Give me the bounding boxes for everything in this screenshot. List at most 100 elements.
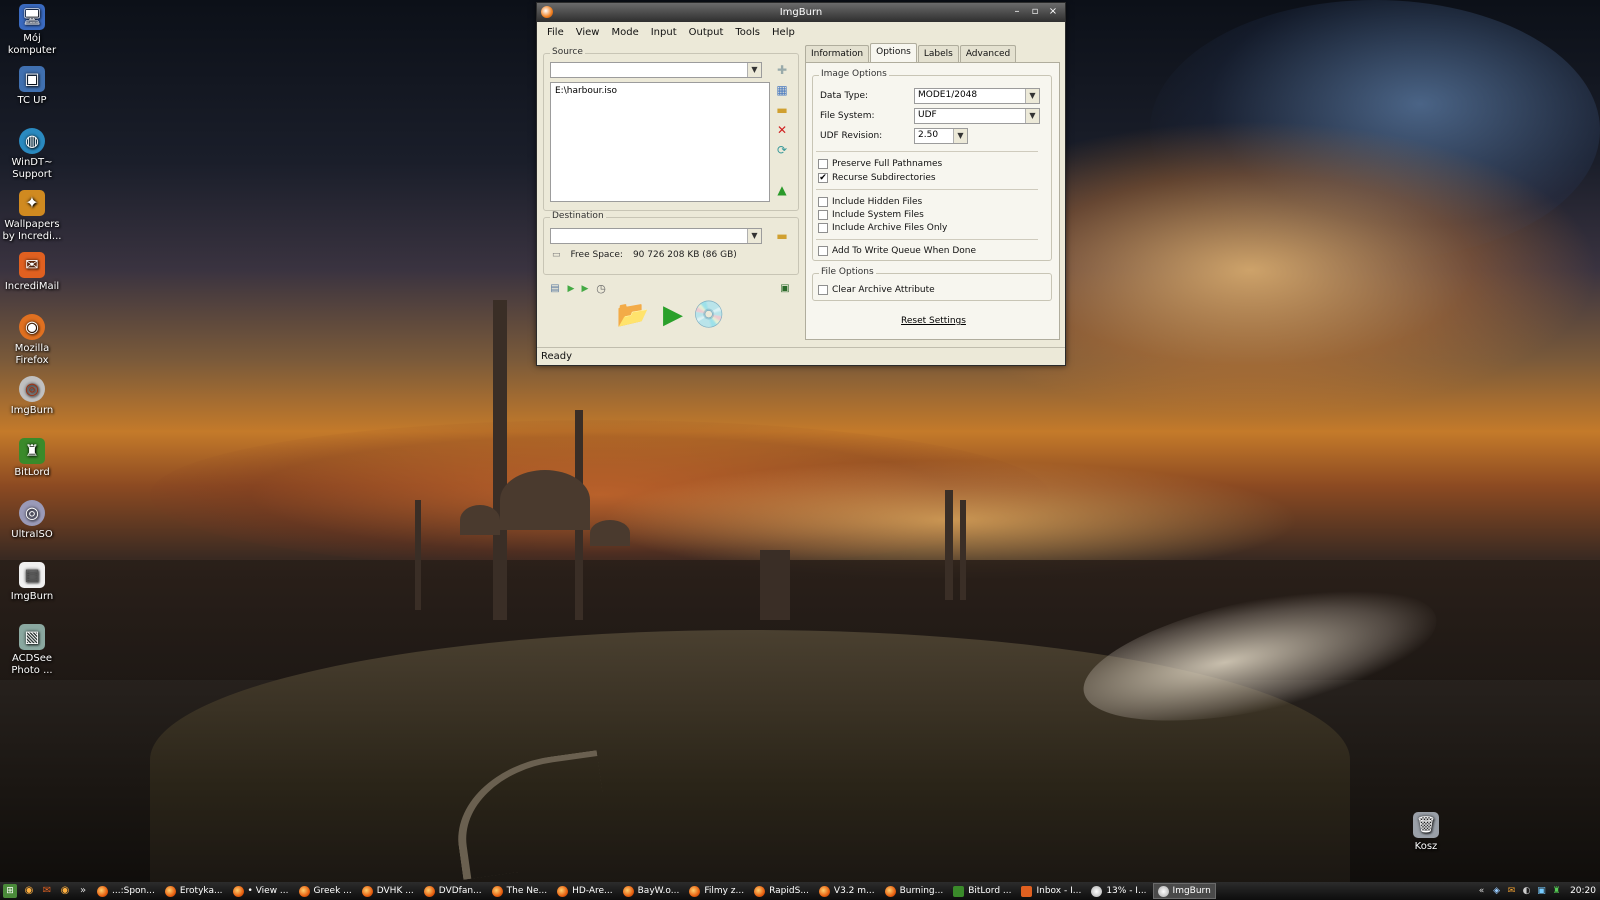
checkbox[interactable]: [818, 223, 828, 233]
firefox-icon[interactable]: ◉: [58, 884, 72, 898]
desktop-icon-recycle-bin[interactable]: 🗑 Kosz: [1394, 812, 1458, 853]
clock-icon[interactable]: ◷: [593, 281, 609, 297]
taskbar-button[interactable]: 13% - I...: [1087, 883, 1150, 899]
source-combo[interactable]: ▼: [550, 62, 762, 78]
separator: [816, 151, 1038, 152]
file-system-select[interactable]: UDF ▼: [914, 108, 1040, 124]
taskbar-button[interactable]: Inbox - I...: [1017, 883, 1085, 899]
taskbar-button[interactable]: DVHK ...: [358, 883, 418, 899]
taskbar-button[interactable]: ...:Spon...: [93, 883, 159, 899]
checkbox-clear-archive-attribute[interactable]: Clear Archive Attribute: [818, 285, 935, 295]
checkbox-preserve-full-pathnames[interactable]: Preserve Full Pathnames: [818, 159, 942, 169]
desktop-icon-wallpapers[interactable]: ✦ Wallpapers by Incredi...: [0, 190, 64, 243]
browse-folder-icon[interactable]: ▬: [774, 102, 790, 118]
checkbox-label: Include System Files: [832, 210, 924, 220]
desktop-icon-incredimail[interactable]: ✉ IncrediMail: [0, 252, 64, 293]
taskbar-button[interactable]: Greek ...: [295, 883, 356, 899]
taskbar-button[interactable]: Burning...: [881, 883, 948, 899]
desktop-icon-bitlord[interactable]: ♜ BitLord: [0, 438, 64, 479]
checkbox-checked[interactable]: ✔: [818, 173, 828, 183]
taskbar-button[interactable]: • View ...: [229, 883, 293, 899]
desktop-icon-imgburn[interactable]: ◎ ImgBurn: [0, 376, 64, 417]
build-play-icon[interactable]: ▶: [655, 297, 691, 333]
menu-help[interactable]: Help: [766, 27, 801, 38]
taskbar-button[interactable]: RapidS...: [750, 883, 813, 899]
volume-icon[interactable]: ◐: [1521, 886, 1532, 897]
destination-combo[interactable]: ▼: [550, 228, 762, 244]
taskbar-button-active[interactable]: ImgBurn: [1152, 883, 1216, 899]
menu-tools[interactable]: Tools: [729, 27, 766, 38]
imgburn-app-icon[interactable]: [541, 6, 553, 18]
chevron-left-icon[interactable]: «: [1476, 886, 1487, 897]
tab-options[interactable]: Options: [870, 43, 917, 62]
log-icon[interactable]: ▤: [547, 281, 563, 297]
taskbar-button[interactable]: BayW.o...: [619, 883, 684, 899]
checkbox-include-hidden-files[interactable]: Include Hidden Files: [818, 197, 922, 207]
desktop-icon-ultraiso[interactable]: ◎ UltraISO: [0, 500, 64, 541]
menu-file[interactable]: File: [541, 27, 570, 38]
reset-settings-link[interactable]: Reset Settings: [806, 316, 1061, 326]
envelope-icon[interactable]: ✉: [40, 884, 54, 898]
checkbox[interactable]: [818, 210, 828, 220]
chevron-down-icon[interactable]: ▼: [1025, 89, 1039, 103]
udf-revision-select[interactable]: 2.50 ▼: [914, 128, 968, 144]
monitor-icon[interactable]: ▣: [1536, 886, 1547, 897]
checkbox-include-system-files[interactable]: Include System Files: [818, 210, 924, 220]
menu-output[interactable]: Output: [683, 27, 730, 38]
checkbox-add-to-write-queue[interactable]: Add To Write Queue When Done: [818, 246, 976, 256]
file-system-value: UDF: [918, 110, 937, 120]
firefox-icon[interactable]: ◉: [22, 884, 36, 898]
desktop-icon-firefox[interactable]: ◉ Mozilla Firefox: [0, 314, 64, 367]
taskbar-button[interactable]: DVDfan...: [420, 883, 486, 899]
desktop-icon-acdsee[interactable]: ▧ ACDSee Photo ...: [0, 624, 64, 677]
menu-input[interactable]: Input: [645, 27, 683, 38]
browse-folder-icon[interactable]: ▬: [774, 228, 790, 244]
close-button[interactable]: ×: [1045, 5, 1061, 19]
start-icon[interactable]: ⊞: [3, 884, 17, 898]
chevron-right-icon[interactable]: »: [76, 884, 90, 898]
desktop-icon-tc-up[interactable]: ▣ TC UP: [0, 66, 64, 107]
disc-image-icon[interactable]: 💿: [691, 297, 727, 333]
left-pane: Source ▼ E:\harbour.iso ✚ ▦ ▬ ✕ ⟳ ▲ Dest…: [543, 47, 799, 342]
source-file-list[interactable]: E:\harbour.iso: [550, 82, 770, 202]
checkbox[interactable]: [818, 159, 828, 169]
chevron-down-icon[interactable]: ▼: [747, 63, 761, 77]
menu-mode[interactable]: Mode: [605, 27, 644, 38]
maximize-button[interactable]: ▫: [1027, 5, 1043, 19]
play-small-icon[interactable]: ▶: [577, 281, 593, 297]
browse-file-icon[interactable]: ▦: [774, 82, 790, 98]
taskbar-button[interactable]: Erotyka...: [161, 883, 227, 899]
checkbox[interactable]: [818, 246, 828, 256]
chevron-down-icon[interactable]: ▼: [953, 129, 967, 143]
data-type-select[interactable]: MODE1/2048 ▼: [914, 88, 1040, 104]
network-icon[interactable]: ◈: [1491, 886, 1502, 897]
desktop-icon-my-computer[interactable]: 🖥 Mój komputer: [0, 4, 64, 57]
taskbar-button[interactable]: V3.2 m...: [815, 883, 879, 899]
taskbar-button[interactable]: The Ne...: [488, 883, 551, 899]
checkbox[interactable]: [818, 197, 828, 207]
taskbar-button[interactable]: HD-Are...: [553, 883, 617, 899]
chevron-down-icon[interactable]: ▼: [1025, 109, 1039, 123]
checkbox-recurse-subdirectories[interactable]: ✔ Recurse Subdirectories: [818, 173, 936, 183]
checkbox-include-archive-files-only[interactable]: Include Archive Files Only: [818, 223, 947, 233]
firefox-icon: [97, 885, 108, 897]
remove-icon[interactable]: ✕: [774, 122, 790, 138]
menu-view[interactable]: View: [570, 27, 606, 38]
refresh-icon[interactable]: ⟳: [774, 142, 790, 158]
monitor-icon[interactable]: ▣: [777, 281, 793, 297]
taskbar-button[interactable]: BitLord ...: [949, 883, 1015, 899]
title-bar[interactable]: ImgBurn – ▫ ×: [537, 3, 1065, 22]
checkbox[interactable]: [818, 285, 828, 295]
minimize-button[interactable]: –: [1009, 5, 1025, 19]
calculate-icon[interactable]: ▲: [774, 182, 790, 198]
envelope-icon[interactable]: ✉: [1506, 886, 1517, 897]
taskbar-button[interactable]: Filmy z...: [685, 883, 748, 899]
add-file-icon[interactable]: ✚: [774, 62, 790, 78]
bitlord-icon[interactable]: ♜: [1551, 886, 1562, 897]
desktop-icon-imgburn-doc[interactable]: ▤ ImgBurn: [0, 562, 64, 603]
desktop-icon-windt-support[interactable]: ◍ WinDT~ Support: [0, 128, 64, 181]
clock[interactable]: 20:20: [1570, 886, 1596, 896]
chevron-down-icon[interactable]: ▼: [747, 229, 761, 243]
folder-source-icon[interactable]: 📂: [615, 297, 651, 333]
list-item[interactable]: E:\harbour.iso: [551, 83, 769, 99]
